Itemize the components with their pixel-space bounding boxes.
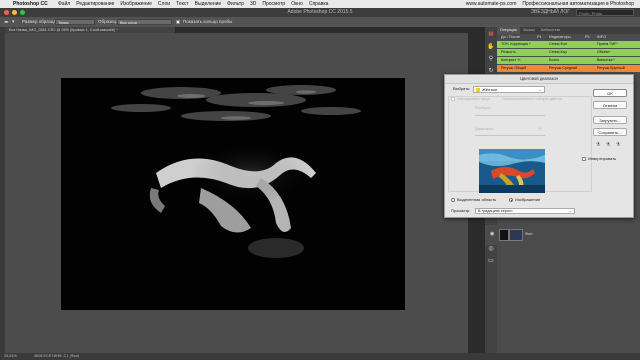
selection-radio[interactable]	[451, 198, 455, 202]
panel-header-row: До / После F4 Индикаторы F5 INFO	[497, 34, 640, 40]
ok-button[interactable]: OK	[593, 89, 627, 97]
quick-mask-icon[interactable]: ◎	[487, 245, 495, 253]
action-button[interactable]: Ретушь Общий	[501, 65, 526, 72]
action-button[interactable]: Объём+	[597, 49, 611, 56]
document-image[interactable]	[61, 78, 405, 310]
panel-tabs: Операции Заказы Библиотеки	[497, 27, 640, 34]
invert-checkbox[interactable]	[582, 157, 586, 161]
preview-mode-select[interactable]: В градациях серого ⌄	[475, 208, 575, 214]
header-f4: F4	[537, 35, 542, 39]
select-label: Выбрать:	[453, 86, 471, 91]
load-button[interactable]: Загрузить...	[593, 116, 627, 124]
menu-type[interactable]: Текст	[176, 0, 189, 8]
action-button[interactable]: Сепия Фон	[549, 41, 567, 48]
select-dropdown[interactable]: Жёлтые ⌄	[473, 86, 545, 93]
show-ring-checkbox[interactable]	[176, 20, 180, 24]
select-value: Жёлтые	[482, 87, 498, 92]
menu-filter[interactable]: Фильтр	[227, 0, 244, 8]
dialog-title: Цветовой диапазон	[445, 75, 633, 84]
action-button[interactable]: Ретушь Крупный	[597, 65, 625, 72]
zoom-window-button[interactable]	[20, 10, 25, 15]
preview-thumbnail[interactable]	[479, 149, 545, 193]
sample-size-label: Размер образца:	[22, 19, 58, 24]
layers-panel: ◉ Фон	[485, 225, 640, 245]
image-radio[interactable]	[509, 198, 513, 202]
options-bar: ✒ ▾ Размер образца: Точка Образец: Все с…	[0, 17, 640, 27]
action-button[interactable]: Контраст +/-	[501, 57, 521, 64]
action-button[interactable]: Сепия Кар	[549, 49, 567, 56]
layer-thumbnail[interactable]	[509, 229, 523, 241]
action-row: Ретушь Общий Ретушь Средний Ретушь Крупн…	[497, 65, 640, 72]
doc-info[interactable]: 4608 ЕСЕТИН9: 2,1 (Фон)	[34, 353, 79, 360]
window-title-bar: Adobe Photoshop CC 2015.5 ЗВЁЗДНЫЙ ЛОГ P…	[0, 8, 640, 17]
eyedropper-icon[interactable]: ⚗	[595, 142, 601, 148]
minimize-window-button[interactable]	[12, 10, 17, 15]
preview-mode-value: В градациях серого	[478, 209, 513, 213]
color-swatch	[476, 88, 480, 92]
menu-image[interactable]: Изображение	[120, 0, 152, 8]
menu-help[interactable]: Справка	[309, 0, 329, 8]
window-title: Adobe Photoshop CC 2015.5	[287, 9, 353, 15]
action-row: Контраст +/- Бохно Виньетка *	[497, 57, 640, 64]
menu-file[interactable]: Файл	[58, 0, 70, 8]
action-button[interactable]: Бохно	[549, 57, 559, 64]
chevron-down-icon: ⌄	[538, 87, 542, 92]
header-indicators[interactable]: Индикаторы	[549, 34, 571, 40]
workspace-selector[interactable]: Photo_Photo	[576, 9, 634, 16]
website-label: www.automate-ps.com	[465, 1, 517, 7]
menu-list: Файл Редактирование Изображение Слои Тек…	[58, 0, 328, 8]
chevron-down-icon: ⌄	[568, 209, 572, 213]
screen-mode-icon[interactable]: ▭	[487, 257, 495, 265]
tab-orders[interactable]: Заказы	[520, 27, 538, 34]
app-menu[interactable]: Photoshop CC	[13, 0, 48, 8]
tagline-label: Профессиональная автоматизация в Photosh…	[522, 1, 634, 7]
menubar-right: www.automate-ps.com Профессиональная авт…	[466, 0, 634, 8]
menu-view[interactable]: Просмотр	[262, 0, 285, 8]
eyedropper-plus-icon[interactable]: ⚗	[605, 142, 611, 148]
eyedropper-minus-icon[interactable]: ⚗	[615, 142, 621, 148]
layer-mask-thumbnail[interactable]	[499, 229, 509, 241]
menu-3d[interactable]: 3D	[250, 0, 256, 8]
close-window-button[interactable]	[4, 10, 9, 15]
preview-label: Просмотр:	[451, 208, 471, 213]
tab-libraries[interactable]: Библиотеки	[538, 27, 563, 34]
action-button[interactable]: Виньетка *	[597, 57, 615, 64]
automate-logo-icon[interactable]: M	[487, 31, 495, 39]
action-button[interactable]: Резкость	[501, 49, 516, 56]
cancel-button[interactable]: Отмена	[593, 101, 627, 109]
menu-edit[interactable]: Редактирование	[76, 0, 114, 8]
save-button[interactable]: Сохранить...	[593, 128, 627, 136]
action-row: Резкость Сепия Кар Объём+	[497, 49, 640, 56]
visibility-eye-icon[interactable]: ◉	[490, 231, 494, 237]
menu-select[interactable]: Выделение	[195, 0, 222, 8]
action-button[interactable]: ТОН. Коррекция *	[501, 41, 531, 48]
invert-label: Инвертировать	[588, 156, 617, 161]
hand-tool-icon[interactable]: ✋	[487, 43, 495, 51]
menu-layers[interactable]: Слои	[158, 0, 170, 8]
action-button[interactable]: Ретушь Средний	[549, 65, 577, 72]
mac-menu-bar: Photoshop CC Файл Редактирование Изображ…	[0, 0, 640, 8]
header-before-after[interactable]: До / После	[501, 34, 520, 40]
status-bar: 26,61% 4608 ЕСЕТИН9: 2,1 (Фон)	[0, 353, 640, 360]
image-radio-label: Изображение	[515, 197, 541, 202]
tool-preset-chevron-icon[interactable]: ▾	[12, 17, 15, 27]
workspace-label: ЗВЁЗДНЫЙ ЛОГ	[531, 9, 570, 15]
zoom-tool-icon[interactable]: ⚲	[487, 55, 495, 63]
tab-actions[interactable]: Операции	[497, 27, 520, 34]
header-info[interactable]: INFO	[597, 34, 606, 40]
sample-size-select[interactable]: Точка	[55, 19, 95, 25]
menu-window[interactable]: Окно	[291, 0, 303, 8]
action-row: ТОН. Коррекция * Сепия Фон Прием TMF*	[497, 41, 640, 48]
sample-label: Образец:	[98, 19, 118, 24]
show-ring-label: Показать кольцо пробы	[183, 19, 233, 24]
action-button[interactable]: Прием TMF*	[597, 41, 618, 48]
header-f5: F5	[585, 35, 590, 39]
sample-select[interactable]: Все слои	[117, 19, 172, 25]
layer-name[interactable]: Фон	[525, 231, 532, 236]
zoom-level[interactable]: 26,61%	[4, 353, 17, 360]
selection-radio-label: Выделенная область	[457, 197, 497, 202]
color-range-dialog: Цветовой диапазон Выбрать: Жёлтые ⌄ Опре…	[444, 74, 634, 218]
